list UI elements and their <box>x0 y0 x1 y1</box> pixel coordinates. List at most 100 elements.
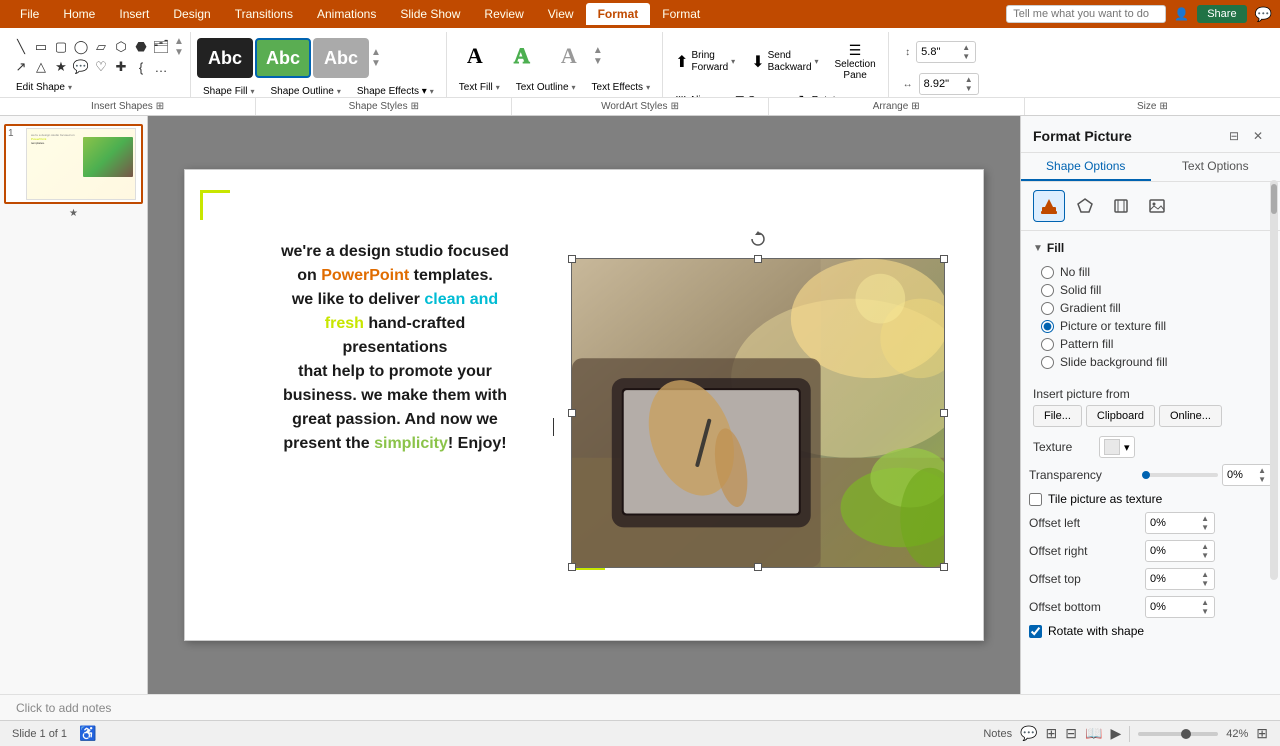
rotate-checkbox[interactable] <box>1029 625 1042 638</box>
shapes-scroll[interactable]: ▲ ▼ <box>174 36 184 58</box>
offset-top-up[interactable]: ▲ <box>1200 570 1210 579</box>
send-backward-button[interactable]: ⬇ Send Backward ▾ <box>745 46 824 77</box>
panel-picture-icon-btn[interactable] <box>1141 190 1173 222</box>
slide-sorter-icon[interactable]: ⊟ <box>1065 725 1077 742</box>
selection-pane-button[interactable]: ☰ Selection Pane <box>829 38 882 85</box>
height-up[interactable]: ▲ <box>961 43 971 52</box>
shape-heart-icon[interactable]: ♡ <box>92 58 110 76</box>
slide-thumbnail-1[interactable]: 1 we're a design studio focused on Power… <box>4 124 143 204</box>
reading-view-icon[interactable]: 📖 <box>1085 725 1102 742</box>
wordart-green[interactable]: A <box>500 38 544 74</box>
insert-clipboard-button[interactable]: Clipboard <box>1086 405 1155 427</box>
transparency-down[interactable]: ▼ <box>1257 475 1267 484</box>
shape-effects-button[interactable]: Shape Effects ▾ ▾ <box>351 82 440 97</box>
shape-rect-icon[interactable]: ▭ <box>32 38 50 56</box>
panel-effects-icon-btn[interactable] <box>1069 190 1101 222</box>
panel-fill-icon-btn[interactable] <box>1033 190 1065 222</box>
panel-size-icon-btn[interactable] <box>1105 190 1137 222</box>
tab-design[interactable]: Design <box>161 3 222 25</box>
shape-styles-footer[interactable]: Shape Styles ⊞ <box>256 98 512 115</box>
shape-style-green[interactable]: Abc <box>255 38 311 78</box>
shape-line-icon[interactable]: ╲ <box>12 38 30 56</box>
tab-file[interactable]: File <box>8 3 51 25</box>
shape-arrow-icon[interactable]: ↗ <box>12 58 30 76</box>
edit-shape-button[interactable]: Edit Shape ▾ <box>10 78 78 97</box>
fill-solid-radio[interactable] <box>1041 284 1054 297</box>
panel-scrollbar[interactable] <box>1270 180 1278 580</box>
offset-bottom-input[interactable]: 0% ▲ ▼ <box>1145 596 1215 618</box>
shape-cylinder-icon[interactable]: 🗂 <box>152 38 170 56</box>
shape-callout-icon[interactable]: 💬 <box>72 58 90 76</box>
shape-trapezoid-icon[interactable]: ⬡ <box>112 38 130 56</box>
canvas-area[interactable]: we're a design studio focused on PowerPo… <box>148 116 1020 694</box>
offset-left-up[interactable]: ▲ <box>1200 514 1210 523</box>
offset-right-down[interactable]: ▼ <box>1200 551 1210 560</box>
sel-handle-bl[interactable] <box>568 563 576 571</box>
zoom-slider[interactable] <box>1138 732 1218 736</box>
fill-gradient[interactable]: Gradient fill <box>1041 299 1260 317</box>
wordart-scroll[interactable]: ▲ ▼ <box>593 45 603 67</box>
insert-shapes-footer[interactable]: Insert Shapes ⊞ <box>0 98 256 115</box>
offset-left-down[interactable]: ▼ <box>1200 523 1210 532</box>
fill-picture-texture[interactable]: Picture or texture fill <box>1041 317 1260 335</box>
slideshow-icon[interactable]: ▶ <box>1110 725 1121 742</box>
fill-section-header[interactable]: ▼ Fill <box>1033 237 1268 259</box>
text-effects-button[interactable]: Text Effects ▾ <box>586 78 657 97</box>
notes-button[interactable]: Notes <box>983 728 1012 740</box>
texture-select[interactable]: ▾ <box>1099 436 1135 458</box>
transparency-up[interactable]: ▲ <box>1257 466 1267 475</box>
sel-handle-tm[interactable] <box>754 255 762 263</box>
tab-view[interactable]: View <box>536 3 586 25</box>
rotate-button[interactable]: ↻ Rotate ▾ <box>793 89 855 97</box>
shape-more-icon[interactable]: … <box>152 58 170 76</box>
offset-left-input[interactable]: 0% ▲ ▼ <box>1145 512 1215 534</box>
fill-pattern-radio[interactable] <box>1041 338 1054 351</box>
fill-no-fill[interactable]: No fill <box>1041 263 1260 281</box>
slide-canvas[interactable]: we're a design studio focused on PowerPo… <box>184 169 984 641</box>
fill-slide-bg[interactable]: Slide background fill <box>1041 353 1260 371</box>
insert-online-button[interactable]: Online... <box>1159 405 1222 427</box>
fill-solid[interactable]: Solid fill <box>1041 281 1260 299</box>
rotate-handle[interactable] <box>750 231 766 247</box>
shape-style-gray[interactable]: Abc <box>313 38 369 78</box>
fill-no-fill-radio[interactable] <box>1041 266 1054 279</box>
width-input[interactable]: 8.92" ▲ ▼ <box>919 73 979 95</box>
bring-forward-button[interactable]: ⬆ Bring Forward ▾ <box>669 46 741 77</box>
shape-style-dark[interactable]: Abc <box>197 38 253 78</box>
wordart-gray[interactable]: A <box>547 38 591 74</box>
group-button[interactable]: ⊞ Group ▾ <box>729 89 789 97</box>
wordart-styles-footer[interactable]: WordArt Styles ⊞ <box>512 98 768 115</box>
shape-cross-icon[interactable]: ✚ <box>112 58 130 76</box>
offset-right-up[interactable]: ▲ <box>1200 542 1210 551</box>
offset-top-down[interactable]: ▼ <box>1200 579 1210 588</box>
tab-home[interactable]: Home <box>51 3 107 25</box>
tile-checkbox[interactable] <box>1029 493 1042 506</box>
tab-format2[interactable]: Format <box>650 3 712 25</box>
fill-gradient-radio[interactable] <box>1041 302 1054 315</box>
sel-handle-tl[interactable] <box>568 255 576 263</box>
zoom-thumb[interactable] <box>1181 729 1191 739</box>
normal-view-icon[interactable]: ⊞ <box>1046 725 1058 742</box>
transparency-input[interactable]: 0% ▲ ▼ <box>1222 464 1272 486</box>
sel-handle-ml[interactable] <box>568 409 576 417</box>
tab-text-options[interactable]: Text Options <box>1151 153 1280 181</box>
height-down[interactable]: ▼ <box>961 52 971 61</box>
shape-oval-icon[interactable]: ◯ <box>72 38 90 56</box>
share-button[interactable]: Share <box>1197 5 1246 23</box>
tab-animations[interactable]: Animations <box>305 3 388 25</box>
search-input[interactable] <box>1006 5 1166 23</box>
sel-handle-mr[interactable] <box>940 409 948 417</box>
shape-outline-button[interactable]: Shape Outline ▾ <box>264 82 346 97</box>
tab-slideshow[interactable]: Slide Show <box>388 3 472 25</box>
fill-pattern[interactable]: Pattern fill <box>1041 335 1260 353</box>
width-up[interactable]: ▲ <box>964 75 974 84</box>
fill-picture-radio[interactable] <box>1041 320 1054 333</box>
text-outline-button[interactable]: Text Outline ▾ <box>510 78 582 97</box>
insert-file-button[interactable]: File... <box>1033 405 1082 427</box>
sel-handle-br[interactable] <box>940 563 948 571</box>
panel-close-button[interactable]: ✕ <box>1248 126 1268 146</box>
tile-label[interactable]: Tile picture as texture <box>1048 492 1162 506</box>
shape-hexagon-icon[interactable]: ⬣ <box>132 38 150 56</box>
shape-round-rect-icon[interactable]: ▢ <box>52 38 70 56</box>
comments-icon[interactable]: 💬 <box>1020 725 1037 742</box>
